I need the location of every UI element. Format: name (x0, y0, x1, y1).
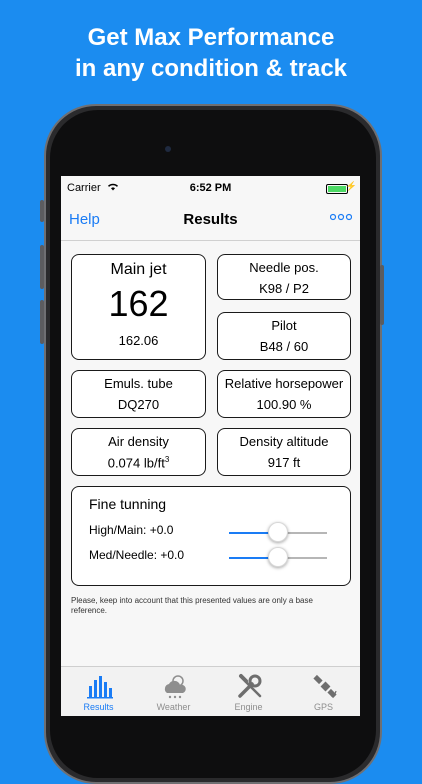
tab-bar: Results Weather Engine GPS (61, 666, 360, 716)
slider-thumb[interactable] (268, 522, 288, 542)
main-jet-card: Main jet 162 162.06 (71, 254, 206, 360)
power-button (380, 265, 384, 325)
app-screen: Carrier 6:52 PM ⚡ Help Results Main jet … (61, 176, 360, 716)
ellipsis-icon (329, 213, 353, 221)
med-needle-slider[interactable] (229, 547, 327, 567)
emulsion-label: Emuls. tube (104, 376, 173, 391)
air-density-unit-exponent: 3 (164, 455, 170, 464)
density-altitude-card: Density altitude 917 ft (217, 428, 351, 476)
disclaimer-note: Please, keep into account that this pres… (71, 596, 313, 616)
charging-icon: ⚡ (345, 181, 357, 191)
more-options-button[interactable] (329, 208, 353, 225)
pilot-value: B48 / 60 (259, 339, 309, 354)
volume-down-button (40, 300, 44, 344)
wrench-screwdriver-icon (238, 674, 262, 698)
page-title: Results (183, 211, 238, 228)
needle-value: K98 / P2 (259, 281, 309, 296)
fine-tuning-panel: Fine tunning High/Main: +0.0 Med/Needle:… (71, 486, 351, 586)
density-altitude-value: 917 ft (267, 455, 301, 470)
air-density-value: 0.074 lb/ft (107, 455, 165, 471)
needle-position-card: Needle pos. K98 / P2 (217, 254, 351, 300)
tab-results-label: Results (83, 702, 114, 712)
weather-cloud-icon (164, 675, 186, 699)
battery-icon (326, 184, 348, 194)
emulsion-tube-card: Emuls. tube DQ270 (71, 370, 206, 418)
volume-up-button (40, 245, 44, 289)
air-density-value-wrap: 0.074 lb/ft3 (72, 455, 205, 470)
fine-tuning-title: Fine tunning (89, 496, 167, 512)
high-main-slider[interactable] (229, 522, 327, 542)
mute-switch (40, 200, 44, 222)
front-camera (165, 146, 171, 152)
slider-thumb[interactable] (268, 547, 288, 567)
horsepower-value: 100.90 % (256, 397, 312, 412)
main-jet-exact: 162.06 (118, 333, 159, 348)
promo-headline-line1: Get Max Performance (87, 24, 335, 51)
main-jet-value: 162 (108, 283, 169, 324)
tab-engine-label: Engine (234, 702, 263, 712)
high-main-label: High/Main: +0.0 (89, 523, 174, 537)
tab-weather-label: Weather (156, 702, 191, 712)
air-density-label: Air density (108, 434, 169, 449)
promo-headline-line2: in any condition & track (74, 55, 348, 82)
navigation-bar: Help Results (61, 198, 360, 241)
emulsion-value: DQ270 (117, 397, 160, 412)
density-altitude-label: Density altitude (239, 434, 329, 449)
tab-gps-label: GPS (313, 702, 333, 712)
tab-engine[interactable]: Engine (211, 667, 286, 716)
bar-chart-icon (87, 676, 113, 699)
med-needle-label: Med/Needle: +0.0 (89, 548, 185, 562)
tab-gps[interactable]: GPS (286, 667, 360, 716)
status-bar: Carrier 6:52 PM ⚡ (61, 176, 360, 198)
satellite-icon (313, 674, 337, 699)
horsepower-card: Relative horsepower 100.90 % (217, 370, 351, 418)
pilot-card: Pilot B48 / 60 (217, 312, 351, 360)
tab-results[interactable]: Results (61, 667, 136, 716)
air-density-card: Air density 0.074 lb/ft3 (71, 428, 206, 476)
pilot-label: Pilot (271, 318, 297, 333)
main-jet-label: Main jet (110, 261, 167, 278)
horsepower-label: Relative horsepower (224, 376, 344, 391)
status-time: 6:52 PM (189, 182, 232, 194)
tab-weather[interactable]: Weather (136, 667, 211, 716)
needle-label: Needle pos. (249, 260, 319, 275)
